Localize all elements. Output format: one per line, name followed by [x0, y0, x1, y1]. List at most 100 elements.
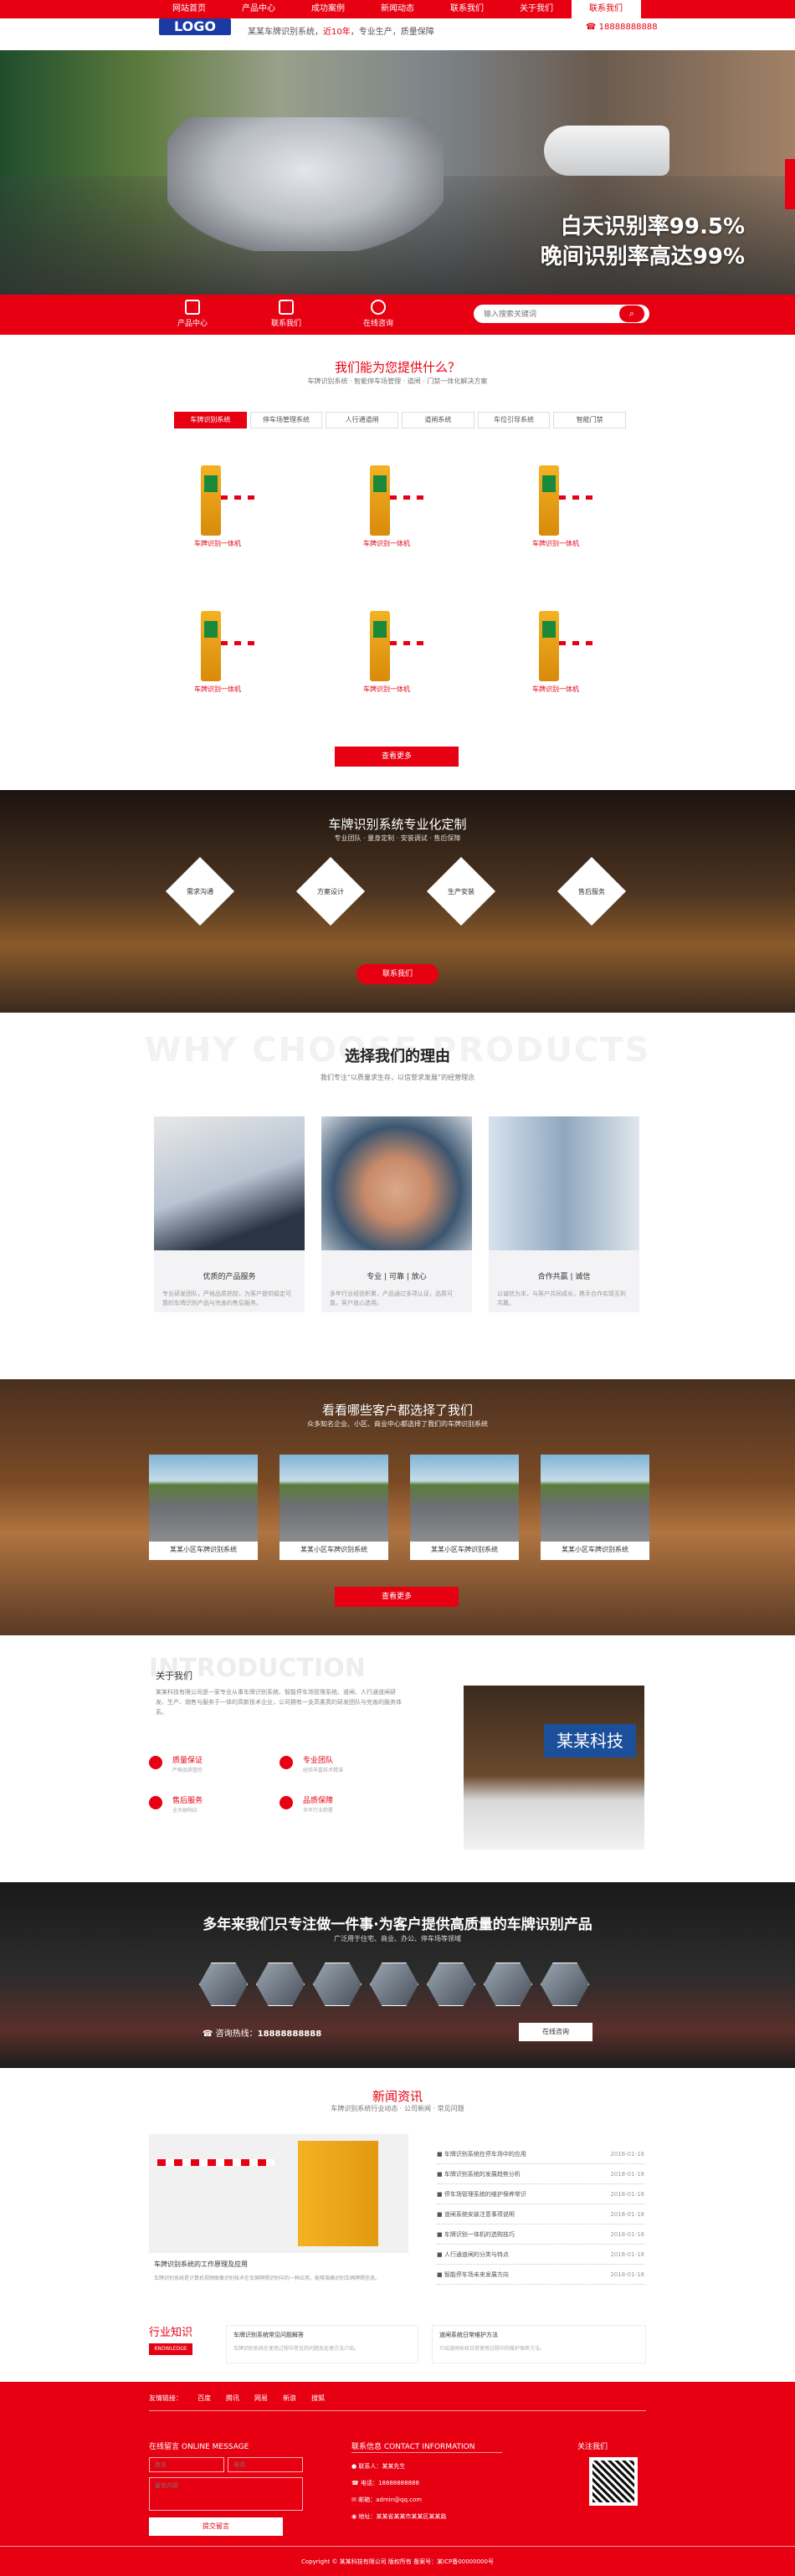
product-name: 车牌识别一体机: [363, 540, 410, 547]
custom-contact-button[interactable]: 联系我们: [356, 964, 439, 984]
quick-products[interactable]: 产品中心: [167, 300, 218, 328]
scene-hex[interactable]: [370, 1963, 418, 2006]
nav-item-about[interactable]: 关于我们: [502, 0, 572, 18]
wechat-qr-code: [589, 2457, 638, 2506]
slogan: 某某车牌识别系统，近10年，专业生产，质量保障: [248, 24, 434, 37]
news-feature-image: [298, 2141, 378, 2246]
knowledge-title: 行业知识: [149, 2327, 193, 2339]
tab-access[interactable]: 智能门禁: [553, 412, 627, 428]
friend-link[interactable]: 网易: [254, 2394, 268, 2403]
news-list: 2018-01-18 ■ 车牌识别系统在停车场中的应用 2018-01-18 ■ 车…: [437, 2144, 644, 2285]
news-row[interactable]: 2018-01-18 ■ 车牌识别系统在停车场中的应用: [437, 2144, 644, 2164]
submit-message-button[interactable]: 提交留言: [149, 2517, 283, 2536]
quick-contact[interactable]: 联系我们: [261, 300, 311, 328]
client-image: [541, 1455, 649, 1542]
phone-input[interactable]: [228, 2457, 303, 2472]
scene-hex[interactable]: [541, 1963, 589, 2006]
news-date: 2018-01-18: [610, 2251, 644, 2258]
logo[interactable]: LOGO: [159, 18, 231, 35]
banner-line-1: 白天识别率99.5%: [560, 214, 745, 239]
friend-link[interactable]: 百度: [197, 2394, 211, 2403]
message-textarea[interactable]: [149, 2477, 303, 2511]
news-row[interactable]: 2018-01-18 ■ 车牌识别系统的发展趋势分析: [437, 2164, 644, 2184]
strip-hotline-label: 咨询热线：: [215, 2029, 258, 2039]
tab-parking[interactable]: 停车场管理系统: [249, 412, 323, 428]
product-card[interactable]: 车牌识别一体机: [497, 462, 614, 556]
product-card[interactable]: 车牌识别一体机: [159, 608, 276, 701]
side-float-tab[interactable]: [785, 159, 795, 209]
scene-hex[interactable]: [313, 1963, 362, 2006]
scene-hex[interactable]: [427, 1963, 475, 2006]
feature-desc: 严格品质管控: [172, 1768, 203, 1773]
service-label: 方案设计: [317, 888, 344, 895]
footer: 友情链接： 百度 腾讯 网易 新浪 搜狐 在线留言 ONLINE MESSAGE…: [0, 2382, 795, 2576]
nav-item-products[interactable]: 产品中心: [224, 0, 294, 18]
nav-item-home[interactable]: 网站首页: [155, 0, 224, 18]
client-card[interactable]: 某某小区车牌识别系统: [149, 1455, 258, 1560]
quality-icon: [149, 1756, 162, 1769]
knowledge-card[interactable]: 道闸系统日常维护方法 介绍道闸系统日常使用过程中的维护保养方法。: [432, 2325, 646, 2363]
quick-consult-label: 在线咨询: [362, 320, 393, 328]
nav-item-contact-2[interactable]: 联系我们: [571, 0, 641, 18]
scene-hex[interactable]: [484, 1963, 532, 2006]
product-card[interactable]: 车牌识别一体机: [497, 608, 614, 701]
tab-guidance[interactable]: 车位引导系统: [477, 412, 551, 428]
news-row-title: 车牌识别一体机的选购技巧: [444, 2231, 515, 2238]
tab-pedestrian[interactable]: 人行通道闸: [326, 412, 399, 428]
news-row-title: 停车场管理系统的维护保养常识: [444, 2191, 526, 2198]
why-card[interactable]: 合作共赢 | 诚信 以诚信为本，与客户共同成长，携手合作实现互利共赢。: [489, 1116, 639, 1312]
why-card[interactable]: 专业 | 可靠 | 放心 多年行业经验积累，产品通过多项认证，品质可靠，客户放心…: [321, 1116, 472, 1312]
feature-desc: 经验丰富技术精湛: [303, 1768, 344, 1773]
scene-hex[interactable]: [199, 1963, 248, 2006]
news-feature[interactable]: [149, 2134, 408, 2253]
tab-plate-recognition[interactable]: 车牌识别系统: [174, 412, 247, 428]
strip-hotline: ☎ 咨询热线：18888888888: [203, 2026, 321, 2039]
knowledge-card-desc: 车牌识别系统在使用过程中常见的问题及处理方法介绍。: [233, 2346, 360, 2352]
name-input[interactable]: [149, 2457, 224, 2472]
client-card[interactable]: 某某小区车牌识别系统: [410, 1455, 519, 1560]
news-row[interactable]: 2018-01-18 ■ 停车场管理系统的维护保养常识: [437, 2184, 644, 2204]
client-card[interactable]: 某某小区车牌识别系统: [280, 1455, 388, 1560]
knowledge-card[interactable]: 车牌识别系统常见问题解答 车牌识别系统在使用过程中常见的问题及处理方法介绍。: [226, 2325, 418, 2363]
news-row[interactable]: 2018-01-18 ■ 道闸系统安装注意事项说明: [437, 2204, 644, 2224]
clients-title: 看看哪些客户都选择了我们: [321, 1403, 473, 1418]
friend-link[interactable]: 腾讯: [226, 2394, 239, 2403]
nav-item-news[interactable]: 新闻动态: [363, 0, 433, 18]
friend-link[interactable]: 搜狐: [311, 2394, 325, 2403]
product-image: [531, 611, 592, 681]
news-row[interactable]: 2018-01-18 ■ 智能停车场未来发展方向: [437, 2265, 644, 2285]
header-hotline: ☎ 18888888888: [586, 23, 658, 32]
strip-consult-button[interactable]: 在线咨询: [519, 2023, 592, 2041]
nav-item-cases[interactable]: 成功案例: [294, 0, 363, 18]
footer-divider: [149, 2410, 646, 2411]
scene-hex[interactable]: [256, 1963, 305, 2006]
product-card[interactable]: 车牌识别一体机: [328, 462, 445, 556]
quick-products-label: 产品中心: [177, 320, 208, 328]
friend-link[interactable]: 新浪: [283, 2394, 296, 2403]
why-card-desc: 以诚信为本，与客户共同成长，携手合作实现互利共赢。: [497, 1291, 626, 1306]
tab-barrier[interactable]: 道闸系统: [402, 412, 474, 428]
nav-item-contact[interactable]: 联系我们: [433, 0, 502, 18]
why-card[interactable]: 优质的产品服务 专业研发团队，严格品质把控，为客户提供稳定可靠的车牌识别产品与完…: [154, 1116, 305, 1312]
news-row[interactable]: 2018-01-18 ■ 车牌识别一体机的选购技巧: [437, 2224, 644, 2245]
hotline-number: 18888888888: [598, 23, 658, 32]
news-row[interactable]: 2018-01-18 ■ 人行通道闸的分类与特点: [437, 2245, 644, 2265]
online-message-title: 在线留言 ONLINE MESSAGE: [149, 2443, 249, 2451]
product-name: 车牌识别一体机: [194, 540, 241, 547]
service-label: 需求沟通: [187, 888, 213, 895]
contact-address-text: 地址：某某省某某市某某区某某路: [358, 2513, 447, 2520]
search-button[interactable]: ⌕: [619, 305, 644, 322]
about-photo: 某某科技: [464, 1686, 644, 1850]
product-card[interactable]: 车牌识别一体机: [159, 462, 276, 556]
products-more-button[interactable]: 查看更多: [335, 747, 459, 767]
client-card[interactable]: 某某小区车牌识别系统: [541, 1455, 649, 1560]
hero-banner[interactable]: 白天识别率99.5% 晚间识别率高达99%: [0, 50, 795, 295]
news-feature-title[interactable]: 车牌识别系统的工作原理及应用: [154, 2260, 248, 2269]
friend-links-label: 友情链接：: [149, 2394, 182, 2402]
clients-more-button[interactable]: 查看更多: [335, 1587, 459, 1607]
news-date: 2018-01-18: [610, 2271, 644, 2278]
quick-consult[interactable]: 在线咨询: [353, 300, 403, 328]
product-card[interactable]: 车牌识别一体机: [328, 608, 445, 701]
phone-icon: ☎: [351, 2480, 361, 2486]
why-subtitle: 我们专注“以质量求生存，以信誉求发展”的经营理念: [320, 1074, 475, 1081]
